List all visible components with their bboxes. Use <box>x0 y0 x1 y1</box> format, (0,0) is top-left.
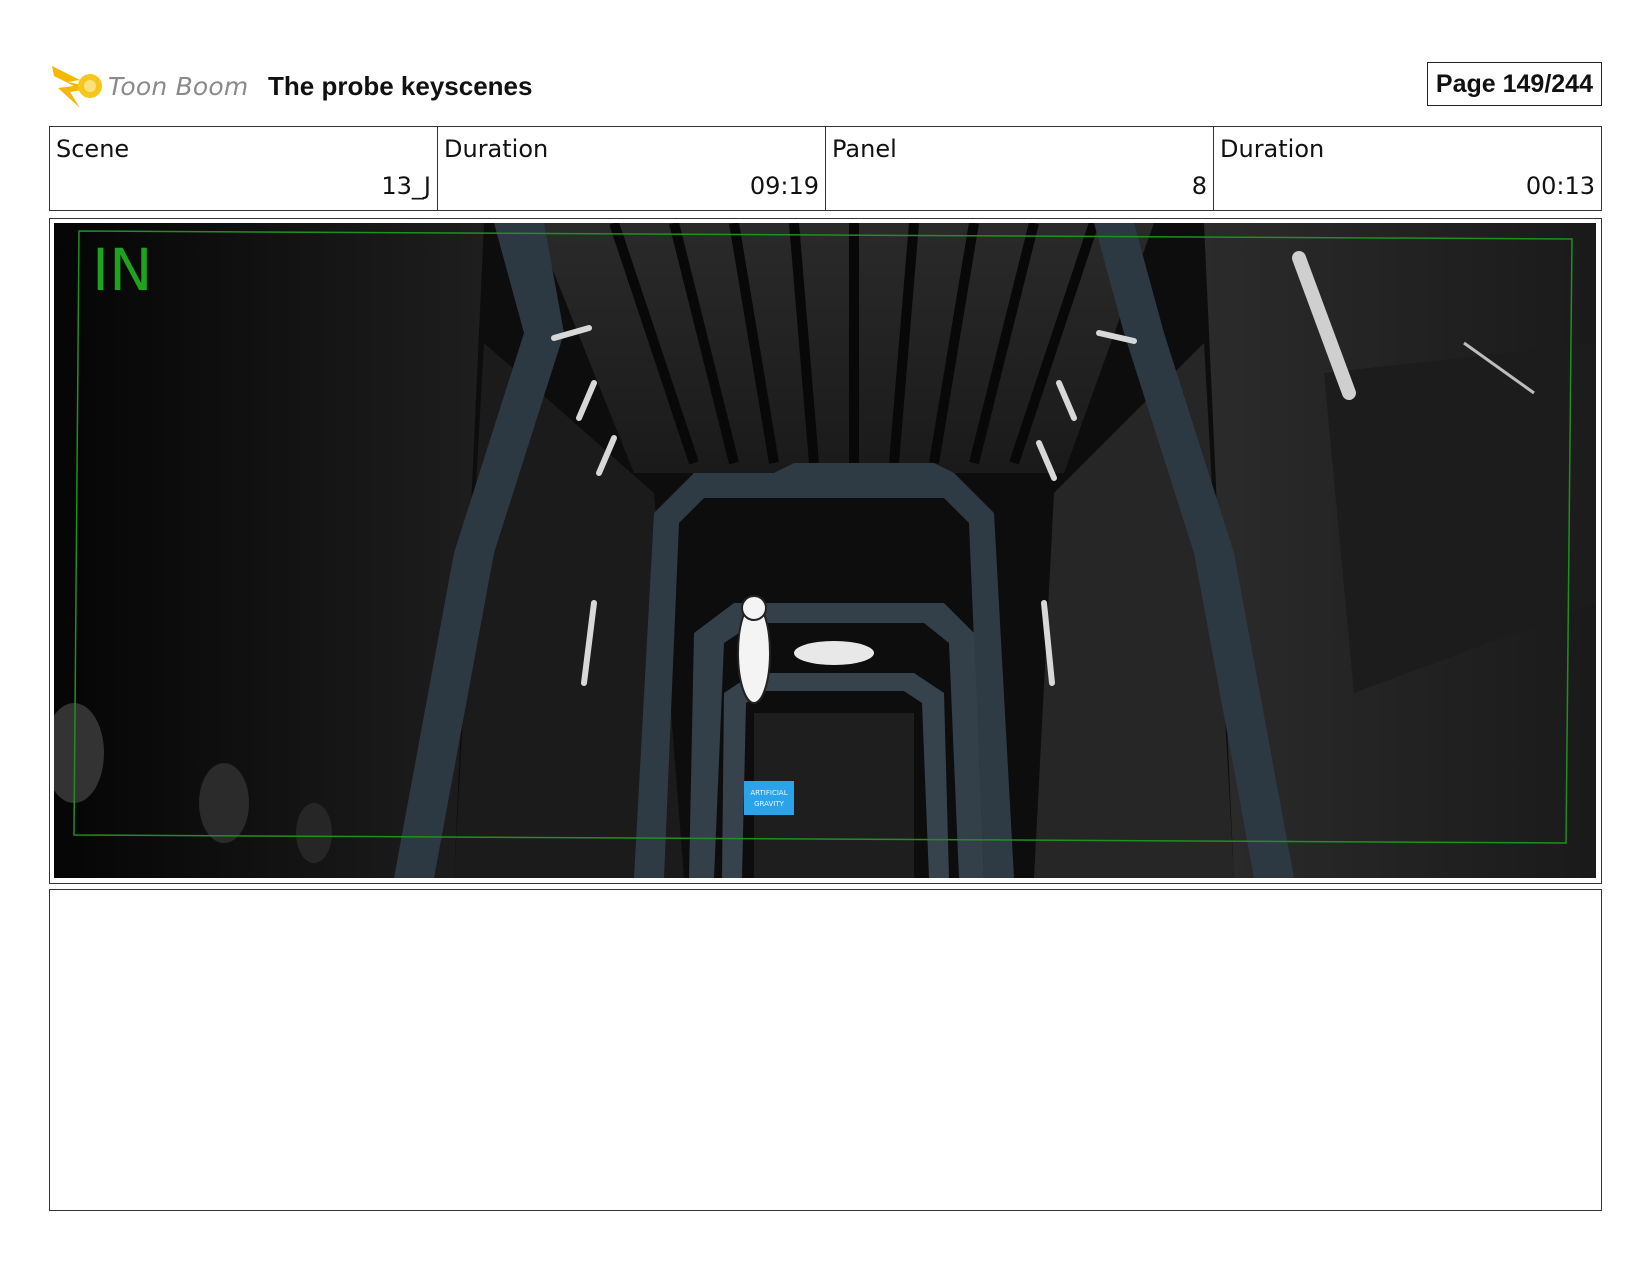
scene-duration-cell: Duration 09:19 <box>438 127 826 210</box>
scene-label: Scene <box>56 135 130 163</box>
floating-character <box>737 595 771 704</box>
panel-duration-value: 00:13 <box>1525 172 1595 200</box>
corridor-render: ARTIFICIAL GRAVITY <box>54 223 1596 878</box>
brand-name: Toon Boom <box>108 72 249 101</box>
scene-value: 13_J <box>381 172 431 200</box>
panel-notes <box>49 889 1602 1211</box>
panel-cell: Panel 8 <box>826 127 1214 210</box>
panel-image: ARTIFICIAL GRAVITY IN <box>54 223 1596 878</box>
panel-duration-cell: Duration 00:13 <box>1214 127 1601 210</box>
project-title: The probe keyscenes <box>268 71 533 101</box>
toon-boom-logo <box>50 58 106 114</box>
panel-frame: ARTIFICIAL GRAVITY IN <box>49 218 1602 884</box>
sign-line-1: ARTIFICIAL <box>750 789 787 797</box>
toon-boom-comet-icon <box>52 66 102 108</box>
panel-label: Panel <box>832 135 897 163</box>
panel-value: 8 <box>1191 172 1207 200</box>
sign-line-2: GRAVITY <box>754 800 784 808</box>
scene-duration-label: Duration <box>444 135 549 163</box>
scene-info-table: Scene 13_J Duration 09:19 Panel 8 Durati… <box>49 126 1602 211</box>
scene-cell: Scene 13_J <box>50 127 438 210</box>
in-transition-label: IN <box>92 236 153 304</box>
scene-duration-value: 09:19 <box>749 172 819 200</box>
storyboard-header: Toon Boom The probe keyscenes Page 149/2… <box>50 58 1602 114</box>
page-indicator: Page 149/244 <box>1426 62 1602 106</box>
panel-duration-label: Duration <box>1220 135 1325 163</box>
